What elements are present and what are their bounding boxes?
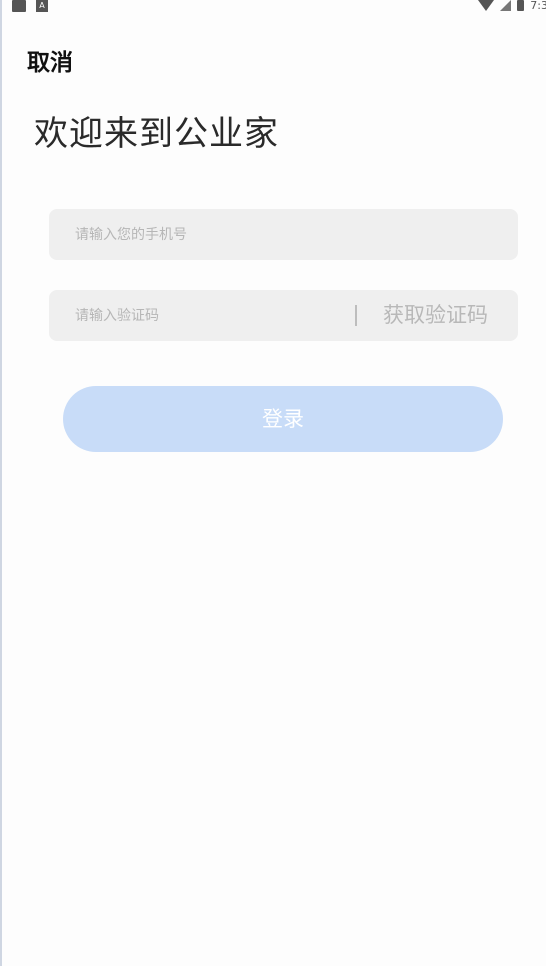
signal-icon	[500, 0, 512, 11]
status-time: 7:3	[530, 0, 546, 12]
welcome-title: 欢迎来到公业家	[34, 114, 279, 154]
sim-card-icon	[12, 0, 26, 12]
phone-input[interactable]	[49, 209, 518, 260]
window-left-edge	[0, 0, 2, 966]
status-bar-right: 7:3	[478, 0, 546, 14]
code-field-container: 获取验证码	[49, 290, 518, 341]
status-bar: A 7:3	[0, 0, 546, 14]
cancel-button[interactable]: 取消	[27, 48, 73, 78]
wifi-icon	[478, 0, 495, 11]
notification-a-icon: A	[36, 0, 48, 12]
phone-field-container	[49, 209, 518, 260]
verification-code-input[interactable]	[49, 290, 349, 341]
login-button[interactable]: 登录	[63, 386, 503, 452]
field-divider	[355, 305, 357, 326]
get-code-button[interactable]: 获取验证码	[383, 290, 488, 341]
battery-icon	[517, 0, 525, 11]
